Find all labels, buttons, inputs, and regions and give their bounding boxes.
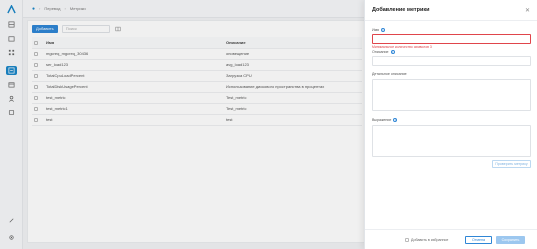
cancel-button[interactable]: Отмена: [465, 236, 492, 244]
description-label: Описание i: [372, 50, 395, 54]
drawer-title: Добавление метрики: [372, 7, 430, 13]
info-icon[interactable]: i: [393, 118, 398, 122]
save-button[interactable]: Сохранить: [496, 236, 525, 244]
add-to-favorites-checkbox[interactable]: Добавить в избранное: [405, 238, 448, 242]
long-description-textarea[interactable]: [372, 79, 531, 111]
add-metric-drawer: Добавление метрики ✕ Имя i Минимальное к…: [364, 0, 537, 249]
expression-label: Выражение i: [372, 118, 398, 122]
info-icon[interactable]: i: [390, 50, 395, 54]
name-label: Имя i: [372, 28, 385, 32]
name-error: Минимальное количество символов 3: [372, 45, 432, 49]
drawer-footer: Добавить в избранное Отмена Сохранить: [365, 229, 537, 249]
expression-textarea[interactable]: [372, 125, 531, 157]
check-metric-button[interactable]: Проверить метрику: [492, 160, 531, 168]
info-icon[interactable]: i: [381, 28, 385, 32]
name-input[interactable]: [372, 34, 531, 44]
close-icon[interactable]: ✕: [525, 7, 530, 14]
long-description-label: Детальное описание: [372, 72, 407, 76]
description-input[interactable]: [372, 56, 531, 66]
